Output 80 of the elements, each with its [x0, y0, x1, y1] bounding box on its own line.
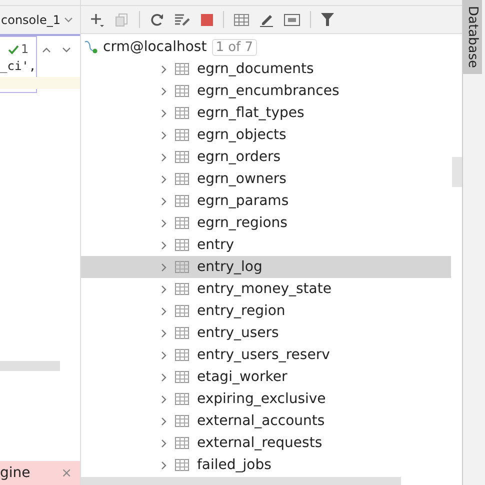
table-icon: [175, 85, 189, 97]
table-icon: [175, 371, 189, 383]
table-icon: [175, 107, 189, 119]
match-counter: 1 of 7: [212, 38, 258, 56]
refresh-icon[interactable]: [150, 12, 164, 26]
table-icon: [175, 63, 189, 75]
tree-item[interactable]: entry_log: [81, 256, 451, 278]
chevron-right-icon[interactable]: [161, 218, 167, 228]
table-icon: [175, 459, 189, 471]
tree-item[interactable]: egrn_objects: [81, 124, 451, 146]
tree-item[interactable]: external_requests: [81, 432, 451, 454]
table-icon: [175, 195, 189, 207]
tree-item[interactable]: entry_money_state: [81, 278, 451, 300]
chevron-right-icon[interactable]: [161, 64, 167, 74]
tree-item[interactable]: egrn_documents: [81, 58, 451, 80]
chevron-right-icon[interactable]: [161, 438, 167, 448]
scrollbar[interactable]: [0, 361, 60, 371]
scrollbar[interactable]: [81, 477, 401, 485]
tree-item[interactable]: entry_users: [81, 322, 451, 344]
chevron-right-icon[interactable]: [161, 372, 167, 382]
chevron-right-icon[interactable]: [161, 152, 167, 162]
table-icon: [175, 283, 189, 295]
table-icon: [175, 151, 189, 163]
editor-tab[interactable]: console_1: [0, 6, 80, 36]
tab-label: gine: [0, 465, 30, 481]
tree-item[interactable]: egrn_params: [81, 190, 451, 212]
code-line: _ci',: [0, 59, 36, 73]
chevron-down-icon: [64, 17, 72, 23]
console-icon[interactable]: [284, 14, 300, 26]
tree-item[interactable]: egrn_orders: [81, 146, 451, 168]
chevron-right-icon[interactable]: [161, 284, 167, 294]
add-icon[interactable]: [89, 12, 105, 28]
tree-item[interactable]: failed_jobs: [81, 454, 451, 476]
tree-item[interactable]: entry: [81, 234, 451, 256]
table-icon: [175, 239, 189, 251]
chevron-right-icon[interactable]: [161, 174, 167, 184]
tree-item[interactable]: entry_region: [81, 300, 451, 322]
table-icon: [175, 349, 189, 361]
chevron-up-icon[interactable]: [42, 47, 51, 53]
tree-item[interactable]: external_accounts: [81, 410, 451, 432]
table-icon: [175, 129, 189, 141]
table-icon: [175, 305, 189, 317]
tree-item[interactable]: entry_users_reserv: [81, 344, 451, 366]
tree-item[interactable]: etagi_worker: [81, 366, 451, 388]
check-icon: [8, 44, 19, 54]
chevron-right-icon[interactable]: [161, 262, 167, 272]
chevron-right-icon[interactable]: [161, 394, 167, 404]
pencil-icon[interactable]: [259, 12, 274, 26]
chevron-down-icon[interactable]: [62, 47, 71, 53]
chevron-right-icon[interactable]: [161, 108, 167, 118]
chevron-right-icon[interactable]: [161, 416, 167, 426]
tree-item[interactable]: egrn_owners: [81, 168, 451, 190]
chevron-right-icon[interactable]: [161, 130, 167, 140]
chevron-right-icon[interactable]: [161, 240, 167, 250]
chevron-right-icon[interactable]: [161, 196, 167, 206]
table-icon: [175, 393, 189, 405]
chevron-right-icon[interactable]: [161, 86, 167, 96]
chevron-right-icon[interactable]: [161, 306, 167, 316]
tree-item[interactable]: egrn_regions: [81, 212, 451, 234]
check-count: 1: [21, 42, 29, 56]
tree-item[interactable]: egrn_flat_types: [81, 102, 451, 124]
stop-icon[interactable]: [201, 14, 213, 26]
tree-item[interactable]: egrn_encumbrances: [81, 80, 451, 102]
filter-icon[interactable]: [321, 13, 334, 26]
table-icon: [175, 327, 189, 339]
connection-name[interactable]: crm@localhost: [103, 39, 207, 55]
chevron-right-icon[interactable]: [161, 460, 167, 470]
scrollbar[interactable]: [452, 157, 462, 187]
connection-icon: [84, 40, 98, 54]
tree-item[interactable]: expiring_exclusive: [81, 388, 451, 410]
chevron-right-icon[interactable]: [161, 328, 167, 338]
table-icon: [175, 261, 189, 273]
table-icon: [175, 173, 189, 185]
bottom-tab[interactable]: gine ×: [0, 461, 80, 485]
side-tab[interactable]: Database: [463, 0, 482, 74]
table-icon: [175, 437, 189, 449]
chevron-right-icon[interactable]: [161, 350, 167, 360]
table-icon: [175, 415, 189, 427]
table-icon: [175, 217, 189, 229]
table-icon[interactable]: [234, 14, 249, 26]
